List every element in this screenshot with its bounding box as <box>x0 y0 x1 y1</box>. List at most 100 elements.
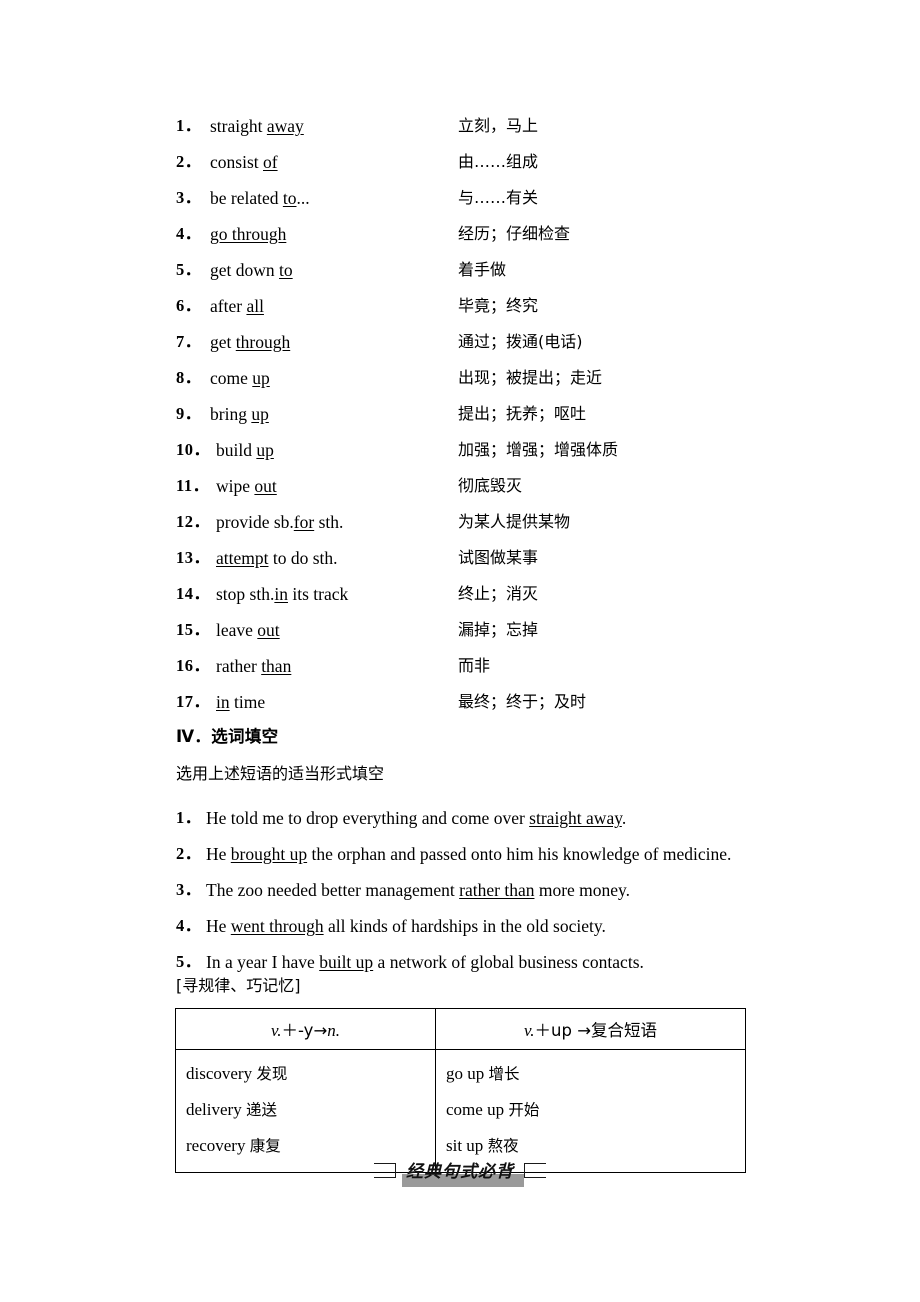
exercise-answer: brought up <box>230 844 308 864</box>
phrase-en-underlined: to <box>282 188 297 208</box>
phrase-en-underlined: than <box>261 656 292 676</box>
exercise-answer: rather than <box>459 880 535 900</box>
phrase-english: be related to... <box>210 180 310 216</box>
exercise-row: 4． He went through all kinds of hardships… <box>176 908 876 944</box>
phrase-en-underlined: for <box>293 512 315 532</box>
phrase-chinese: 加强；增强；增强体质 <box>458 440 619 459</box>
phrase-row: 11． wipe out 彻底毁灭 <box>176 468 796 504</box>
exercise-number: 1． <box>176 808 202 827</box>
header-left-italic-2: n. <box>327 1021 341 1040</box>
phrase-number: 6． <box>176 296 202 315</box>
banner-right-bracket-icon <box>524 1163 546 1178</box>
phrase-row: 13． attempt to do sth. 试图做某事 <box>176 540 796 576</box>
phrase-chinese: 立刻，马上 <box>458 116 539 135</box>
phrase-row: 1． straight away 立刻，马上 <box>176 108 796 144</box>
phrase-en-underlined: all <box>246 296 264 316</box>
exercise-post: the orphan and passed onto him his knowl… <box>307 844 732 864</box>
phrase-en-underlined: away <box>266 116 304 136</box>
phrase-chinese: 终止；消灭 <box>458 584 539 603</box>
phrase-number: 2． <box>176 152 202 171</box>
phrase-number: 15． <box>176 620 211 639</box>
phrase-number: 11． <box>176 476 210 495</box>
phrase-en-pre: wipe <box>216 476 255 496</box>
exercise-post: . <box>621 808 627 828</box>
table-header-row: v.＋-y→n. v.＋up →复合短语 <box>175 1008 746 1050</box>
phrase-chinese: 提出；抚养；呕吐 <box>458 404 587 423</box>
phrase-number: 10． <box>176 440 211 459</box>
table-item-cn: 熬夜 <box>487 1137 519 1155</box>
phrase-chinese: 通过；拨通(电话) <box>458 332 583 351</box>
table-item: come up 开始 <box>446 1092 745 1128</box>
exercise-sentence: He told me to drop everything and come o… <box>206 800 626 836</box>
phrase-row: 10． build up 加强；增强；增强体质 <box>176 432 796 468</box>
phrase-en-pre: after <box>210 296 247 316</box>
section-banner: 经典句式必背 <box>0 1157 920 1191</box>
exercise-row: 3． The zoo needed better management rathe… <box>176 872 876 908</box>
phrase-row: 15． leave out 漏掉；忘掉 <box>176 612 796 648</box>
phrase-chinese: 与……有关 <box>458 188 539 207</box>
phrase-english: go through <box>210 216 286 252</box>
exercise-post: more money. <box>534 880 631 900</box>
exercise-sentence: He brought up the orphan and passed onto… <box>206 836 731 872</box>
phrase-en-post: to do sth. <box>268 548 338 568</box>
phrase-chinese: 着手做 <box>458 260 507 279</box>
header-left-plain: ＋-y→ <box>281 1021 328 1040</box>
phrase-english: after all <box>210 288 264 324</box>
phrase-en-underlined: out <box>257 620 280 640</box>
table-header-left: v.＋-y→n. <box>175 1008 436 1050</box>
left-column-items: discovery 发现 delivery 递送 recovery 康复 <box>186 1056 435 1164</box>
exercise-pre: He <box>206 916 231 936</box>
phrase-row: 8． come up 出现；被提出；走近 <box>176 360 796 396</box>
table-item-cn: 发现 <box>256 1065 288 1083</box>
exercise-pre: In a year I have <box>206 952 320 972</box>
phrase-english: leave out <box>216 612 280 648</box>
phrase-en-underlined: up <box>251 404 269 424</box>
phrase-en-pre: stop sth. <box>216 584 275 604</box>
phrase-english: in time <box>216 684 265 720</box>
exercise-answer: straight away <box>529 808 622 828</box>
banner-left-bracket-icon <box>374 1163 396 1178</box>
phrase-en-pre: consist <box>210 152 263 172</box>
table-item-cn: 增长 <box>488 1065 520 1083</box>
phrase-row: 4． go through 经历；仔细检查 <box>176 216 796 252</box>
table-item-en: recovery <box>186 1136 250 1155</box>
phrase-chinese: 经历；仔细检查 <box>458 224 571 243</box>
phrase-english: attempt to do sth. <box>216 540 338 576</box>
table-item: delivery 递送 <box>186 1092 435 1128</box>
phrase-number: 7． <box>176 332 202 351</box>
banner-inner: 经典句式必背 <box>374 1157 546 1187</box>
phrase-number: 3． <box>176 188 202 207</box>
phrase-number: 4． <box>176 224 202 243</box>
phrase-english: come up <box>210 360 270 396</box>
table-item-cn: 开始 <box>508 1101 540 1119</box>
table-item: go up 增长 <box>446 1056 745 1092</box>
phrase-chinese: 彻底毁灭 <box>458 476 523 495</box>
exercise-pre: He told me to drop everything and come o… <box>206 808 530 828</box>
section-heading: Ⅳ．选词填空 <box>176 727 279 746</box>
header-right-italic: v. <box>523 1021 535 1040</box>
phrase-row: 12． provide sb.for sth. 为某人提供某物 <box>176 504 796 540</box>
table-cell-right: go up 增长 come up 开始 sit up 熬夜 <box>435 1049 746 1173</box>
table-cell-left: discovery 发现 delivery 递送 recovery 康复 <box>175 1049 436 1173</box>
phrase-en-underlined: in <box>274 584 288 604</box>
phrase-english: get down to <box>210 252 293 288</box>
banner-shadow <box>402 1174 524 1187</box>
phrase-chinese: 毕竟；终究 <box>458 296 539 315</box>
rules-table: v.＋-y→n. v.＋up →复合短语 discovery 发现 deliver… <box>175 1008 746 1173</box>
phrase-en-underlined: of <box>263 152 278 172</box>
phrase-chinese: 试图做某事 <box>458 548 539 567</box>
phrase-en-pre: build <box>216 440 257 460</box>
exercise-row: 1． He told me to drop everything and come… <box>176 800 876 836</box>
table-item-en: sit up <box>446 1136 488 1155</box>
phrase-chinese: 漏掉；忘掉 <box>458 620 539 639</box>
table-body-row: discovery 发现 delivery 递送 recovery 康复 go up… <box>175 1049 746 1173</box>
phrase-en-underlined: out <box>254 476 277 496</box>
phrase-chinese: 为某人提供某物 <box>458 512 571 531</box>
phrase-en-underlined: in <box>216 692 230 712</box>
exercise-pre: He <box>206 844 231 864</box>
phrase-row: 7． get through 通过；拨通(电话) <box>176 324 796 360</box>
phrase-number: 9． <box>176 404 202 423</box>
phrase-row: 6． after all 毕竟；终究 <box>176 288 796 324</box>
exercise-post: a network of global business contacts. <box>373 952 644 972</box>
exercise-post: all kinds of hardships in the old societ… <box>323 916 606 936</box>
